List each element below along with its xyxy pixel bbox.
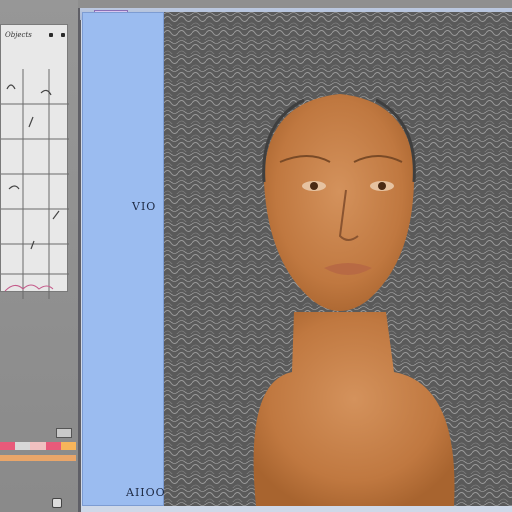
swatch-3[interactable] [30,442,46,450]
panel-handle-icon[interactable] [49,33,53,37]
swatch-2[interactable] [15,442,31,450]
swatch-options-button[interactable] [56,428,72,438]
artwork-canvas[interactable] [164,12,512,506]
panel-close-icon[interactable] [61,33,65,37]
swatch-1[interactable] [0,442,16,450]
panel-title: Objects [5,31,32,39]
layers-grid-panel[interactable]: Objects [0,24,69,299]
swatch-4[interactable] [45,442,61,450]
ruler-label-upper: VIO [132,200,157,213]
gradient-strip[interactable] [0,455,76,461]
swatch-strip[interactable] [0,442,77,450]
swatch-5[interactable] [60,442,77,450]
color-swatch-area [0,424,78,474]
properties-panel [82,12,164,506]
ruler-label-lower: AIIOO [126,486,166,499]
left-tool-panel: Objects [0,0,78,512]
grid-lines [1,69,69,299]
scroll-handle[interactable] [52,498,62,508]
